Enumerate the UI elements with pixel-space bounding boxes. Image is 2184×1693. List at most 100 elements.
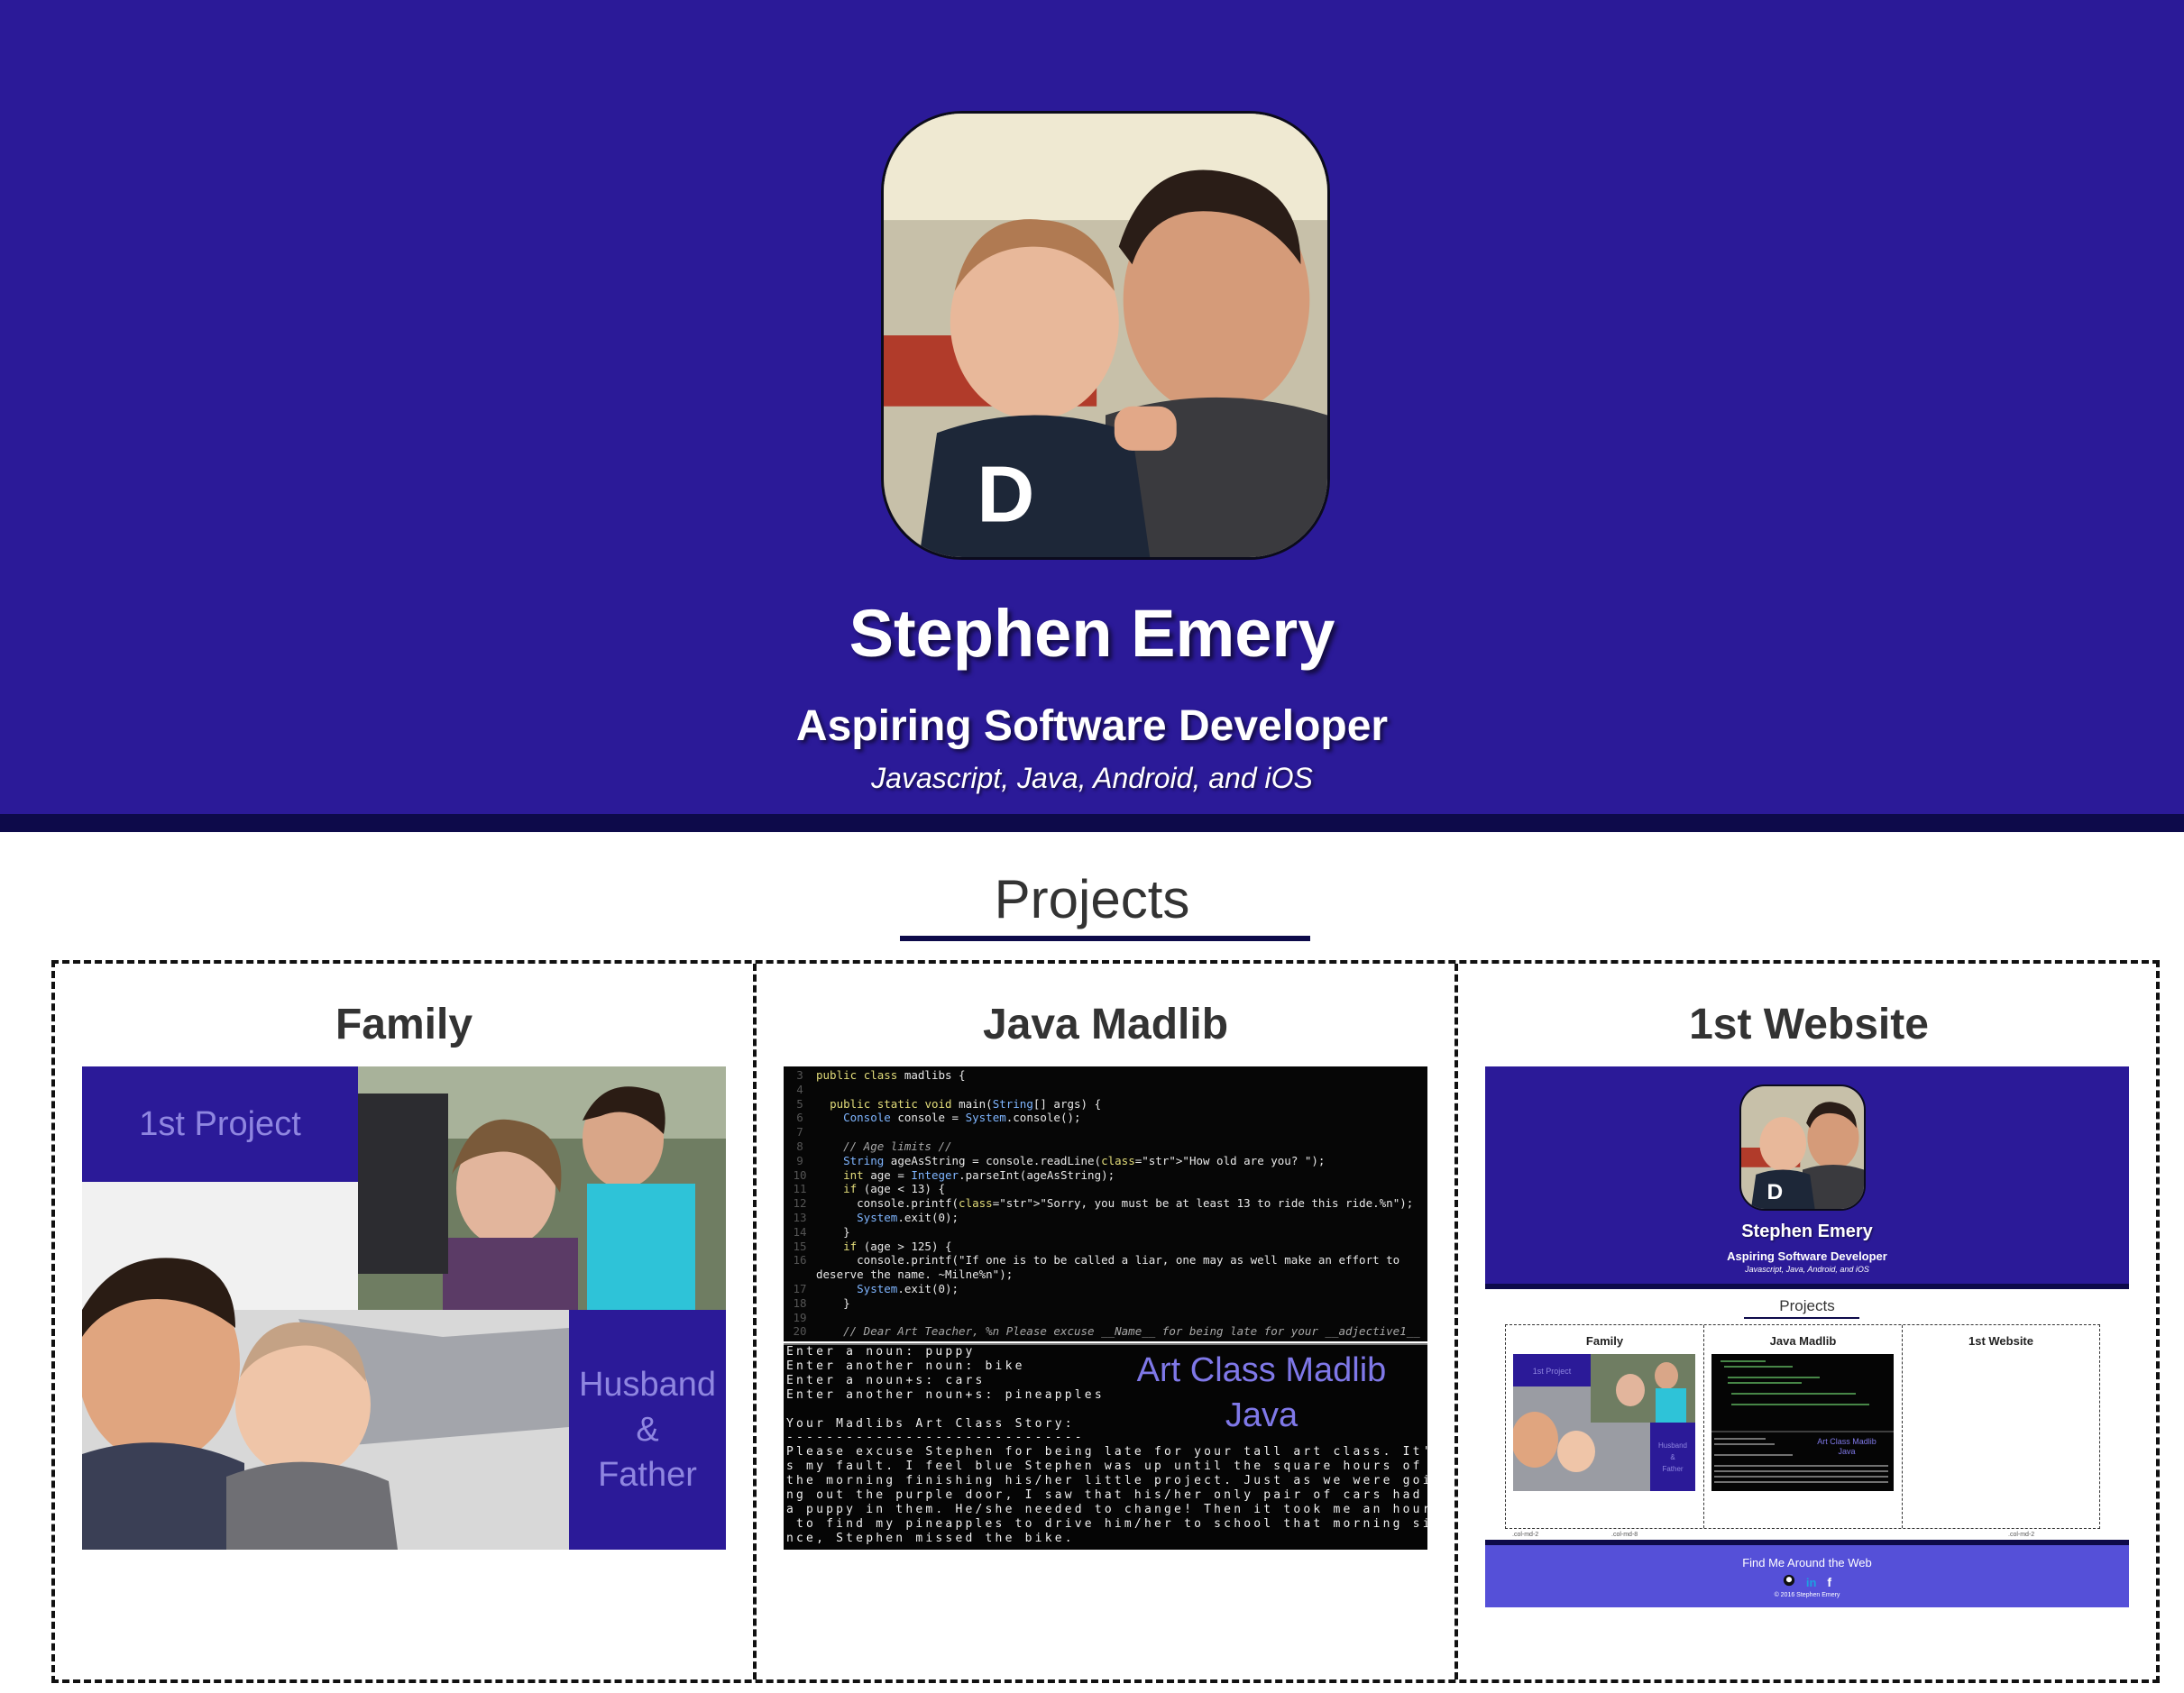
site-hero-bar	[1485, 1284, 2129, 1289]
line-number: 3	[796, 1068, 803, 1082]
line-number: 12	[793, 1196, 807, 1211]
site-card-title: Java Madlib	[1769, 1334, 1837, 1348]
header-bottom-bar	[0, 814, 2184, 832]
svg-text:D: D	[1767, 1180, 1784, 1204]
site-col-note: .col-md-2	[1512, 1532, 1539, 1538]
svg-text:D: D	[977, 450, 1034, 539]
site-card-title: 1st Website	[1968, 1334, 2033, 1348]
code-text: console.printf("If one is to be called a…	[816, 1253, 1400, 1267]
site-profile-photo: D	[1739, 1084, 1866, 1211]
project-title: 1st Website	[1689, 1001, 1929, 1048]
code-line: 8 // Age limits //	[784, 1139, 1427, 1154]
site-java-thumb: Art Class Madlib Java	[1711, 1354, 1894, 1491]
line-number: 15	[793, 1239, 807, 1253]
code-line: 9 String ageAsString = console.readLine(…	[784, 1154, 1427, 1168]
code-text: public static void main(String[] args) {	[830, 1096, 1102, 1111]
code-line: 18 }	[784, 1296, 1427, 1311]
code-text: public class madlibs {	[816, 1068, 966, 1082]
site-family-label-husband: Husband	[1658, 1441, 1687, 1450]
site-find-me: Find Me Around the Web	[1742, 1556, 1872, 1569]
github-icon	[1783, 1574, 1795, 1589]
linkedin-icon: in	[1805, 1576, 1817, 1589]
project-title: Java Madlib	[982, 1001, 1229, 1048]
family-collage[interactable]: 1st Project Husband & Father	[82, 1066, 726, 1550]
code-line: 14 }	[784, 1225, 1427, 1240]
line-number: 11	[793, 1182, 807, 1196]
line-number: 9	[796, 1153, 803, 1167]
site-skills: Javascript, Java, Android, and iOS	[1745, 1265, 1869, 1274]
code-text: System.exit(0);	[857, 1210, 959, 1224]
site-family-label-ampersand: &	[1670, 1453, 1675, 1461]
projects-heading: Projects	[994, 869, 1190, 929]
code-text: }	[816, 1224, 850, 1239]
profile-photo: D	[881, 111, 1330, 560]
code-line: 13 System.exit(0);	[784, 1211, 1427, 1225]
code-text: console.printf(class="str">"Sorry, you m…	[816, 1196, 1414, 1211]
line-number: 8	[796, 1139, 803, 1153]
projects-grid: Family 1st Project Husband & Father Java…	[51, 960, 2160, 1683]
label-father: Father	[598, 1456, 697, 1494]
line-number: 5	[796, 1096, 803, 1111]
site-projects-heading: Projects	[1779, 1297, 1835, 1314]
java-label: Art Class Madlib Java	[1104, 1348, 1419, 1438]
code-line: 20 // Dear Art Teacher, %n Please excuse…	[784, 1324, 1427, 1339]
code-text: // Age limits //	[816, 1139, 952, 1153]
site-java-label-line2: Java	[1838, 1447, 1855, 1456]
java-label-line2: Java	[1225, 1396, 1298, 1434]
code-text: int age = Integer.parseInt(ageAsString);	[843, 1167, 1115, 1182]
code-line: 3 public class madlibs {	[784, 1068, 1427, 1083]
code-text: // Dear Art Teacher, %n Please excuse __…	[816, 1324, 1420, 1339]
code-line: 19	[784, 1311, 1427, 1325]
line-number: 4	[796, 1082, 803, 1096]
site-col-note: .col-md-8	[1611, 1532, 1638, 1538]
project-card-family[interactable]: Family 1st Project Husband & Father	[55, 964, 757, 1679]
java-screenshot[interactable]: 3 public class madlibs { 4 5 public static …	[784, 1066, 1427, 1550]
code-line: 12 console.printf(class="str">"Sorry, yo…	[784, 1196, 1427, 1211]
site-card-family: Family 1st Project Husband & Father	[1506, 1325, 1704, 1528]
site-java-screen: Art Class Madlib Java	[1711, 1354, 1894, 1491]
code-line: 11 if (age < 13) {	[784, 1182, 1427, 1196]
label-ampersand: &	[636, 1411, 659, 1449]
project-card-1st-website[interactable]: 1st Website D Stephen Emery Aspiring Sof…	[1458, 964, 2160, 1679]
line-number: 20	[793, 1324, 807, 1339]
code-line: 17 System.exit(0);	[784, 1282, 1427, 1296]
site-family-label-father: Father	[1662, 1465, 1683, 1473]
site-projects-underline	[1744, 1317, 1859, 1319]
code-text: if (age < 13) {	[843, 1182, 946, 1196]
line-number: 10	[793, 1167, 807, 1182]
code-text: Console console = System.console();	[843, 1111, 1081, 1125]
code-line: deserve the name. ~Milne%n");	[784, 1267, 1427, 1282]
site-java-label-line1: Art Class Madlib	[1817, 1437, 1877, 1446]
site-col-note: .col-md-2	[2008, 1532, 2035, 1538]
site-card-1st-website: 1st Website	[1903, 1325, 2099, 1528]
site-name: Stephen Emery	[1741, 1222, 1873, 1241]
projects-heading-underline	[900, 936, 1310, 941]
project-title: Family	[335, 1001, 473, 1048]
code-line: 4	[784, 1083, 1427, 1097]
line-number: 7	[796, 1125, 803, 1139]
site-family-collage: 1st Project Husband & Father	[1513, 1354, 1695, 1491]
site-projects-grid: Family 1st Project Husband & Father Java…	[1505, 1324, 2100, 1529]
line-number: 13	[793, 1210, 807, 1224]
site-copyright: © 2016 Stephen Emery	[1774, 1592, 1840, 1598]
line-number: 6	[796, 1111, 803, 1125]
site-card-java: Java Madlib Art Class Madlib Java	[1704, 1325, 1903, 1528]
family-label-1st-project: 1st Project	[82, 1066, 358, 1182]
line-number: 14	[793, 1224, 807, 1239]
site-family-label-1st-project: 1st Project	[1533, 1367, 1572, 1376]
code-line: 16 console.printf("If one is to be calle…	[784, 1253, 1427, 1267]
code-text: deserve the name. ~Milne%n");	[816, 1267, 1014, 1282]
project-card-java-madlib[interactable]: Java Madlib 3 public class madlibs { 4 5 pu…	[757, 964, 1458, 1679]
java-label-line1: Art Class Madlib	[1136, 1351, 1387, 1389]
java-code-editor: 3 public class madlibs { 4 5 public static …	[784, 1066, 1427, 1341]
line-number: 18	[793, 1295, 807, 1310]
profile-name: Stephen Emery	[849, 596, 1335, 671]
code-text: if (age > 125) {	[843, 1239, 952, 1253]
website-screenshot[interactable]: D Stephen Emery Aspiring Software Develo…	[1485, 1066, 2129, 1607]
site-social-icons: in f	[1485, 1574, 2129, 1589]
code-line: 7	[784, 1125, 1427, 1139]
profile-role: Aspiring Software Developer	[795, 702, 1389, 750]
facebook-icon: f	[1827, 1575, 1831, 1589]
code-text: System.exit(0);	[857, 1281, 959, 1295]
site-role: Aspiring Software Developer	[1727, 1249, 1887, 1263]
